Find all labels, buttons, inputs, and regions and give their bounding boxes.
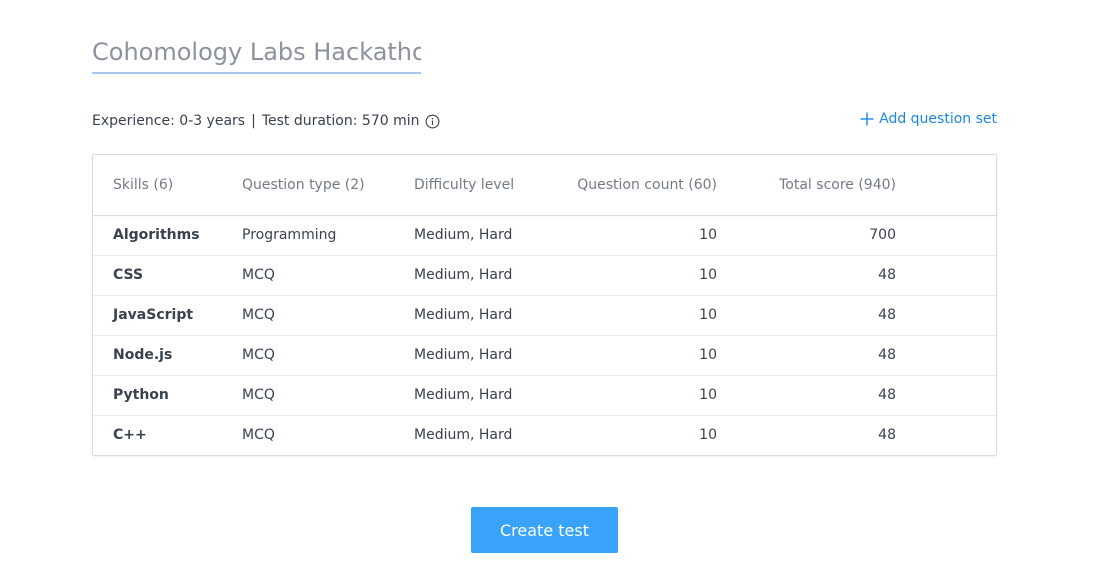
cell-question-type: MCQ <box>242 387 275 403</box>
cell-spacer <box>896 375 996 415</box>
question-sets-table: Skills (6) Question type (2) Difficulty … <box>93 155 996 455</box>
duration-text: Test duration: 570 min <box>261 113 420 129</box>
cell-difficulty: Medium, Hard <box>414 307 513 323</box>
header-total-score: Total score (940) <box>779 176 896 193</box>
experience-text: Experience: 0-3 years <box>92 113 246 129</box>
cell-question-count: 10 <box>699 347 717 363</box>
cell-question-type: Programming <box>242 227 337 243</box>
question-sets-table-container: Skills (6) Question type (2) Difficulty … <box>92 154 997 456</box>
info-circle-icon[interactable] <box>425 114 440 129</box>
table-row[interactable]: CSS MCQ Medium, Hard 10 48 <box>93 255 996 295</box>
cell-difficulty: Medium, Hard <box>414 387 513 403</box>
cell-difficulty: Medium, Hard <box>414 267 513 283</box>
header-question-type: Question type (2) <box>242 176 365 193</box>
cell-difficulty: Medium, Hard <box>414 227 513 243</box>
table-header-row: Skills (6) Question type (2) Difficulty … <box>93 155 996 215</box>
header-skills: Skills (6) <box>113 176 174 193</box>
cell-total-score: 48 <box>878 307 896 323</box>
cell-spacer <box>896 255 996 295</box>
cell-question-count: 10 <box>699 387 717 403</box>
cell-total-score: 48 <box>878 347 896 363</box>
create-test-page: Experience: 0-3 years | Test duration: 5… <box>0 0 1107 580</box>
cell-skill: CSS <box>113 267 144 283</box>
cell-spacer <box>896 335 996 375</box>
cell-question-count: 10 <box>699 427 717 444</box>
header-question-count: Question count (60) <box>577 176 717 193</box>
cell-total-score: 48 <box>878 267 896 283</box>
cell-skill: JavaScript <box>113 307 194 323</box>
plus-icon <box>859 111 875 127</box>
cell-question-type: MCQ <box>242 347 275 363</box>
cell-skill: Node.js <box>113 347 173 363</box>
create-test-button[interactable]: Create test <box>471 507 618 553</box>
cell-total-score: 48 <box>878 387 896 403</box>
table-row[interactable]: Algorithms Programming Medium, Hard 10 7… <box>93 215 996 255</box>
cell-spacer <box>896 295 996 335</box>
cell-difficulty: Medium, Hard <box>414 427 513 444</box>
cell-total-score: 700 <box>869 227 896 243</box>
test-title-field-wrapper <box>92 34 421 74</box>
cell-difficulty: Medium, Hard <box>414 347 513 363</box>
table-row[interactable]: Python MCQ Medium, Hard 10 48 <box>93 375 996 415</box>
cell-spacer <box>896 215 996 255</box>
cell-question-type: MCQ <box>242 427 275 444</box>
cell-question-type: MCQ <box>242 307 275 323</box>
table-row[interactable]: Node.js MCQ Medium, Hard 10 48 <box>93 335 996 375</box>
cell-question-count: 10 <box>699 307 717 323</box>
header-spacer <box>896 155 996 215</box>
add-question-set-label: Add question set <box>879 111 997 127</box>
cell-question-type: MCQ <box>242 267 275 283</box>
cell-skill: C++ <box>113 427 147 444</box>
cell-question-count: 10 <box>699 267 717 283</box>
cell-skill: Python <box>113 387 169 403</box>
header-difficulty: Difficulty level <box>414 176 515 193</box>
cell-spacer <box>896 415 996 455</box>
test-meta-line: Experience: 0-3 years | Test duration: 5… <box>92 113 440 129</box>
cell-question-count: 10 <box>699 227 717 243</box>
cell-total-score: 48 <box>878 427 896 444</box>
table-row[interactable]: C++ MCQ Medium, Hard 10 48 <box>93 415 996 455</box>
add-question-set-button[interactable]: Add question set <box>859 111 997 127</box>
meta-separator: | <box>251 113 256 129</box>
test-title-input[interactable] <box>92 34 421 70</box>
table-row[interactable]: JavaScript MCQ Medium, Hard 10 48 <box>93 295 996 335</box>
cell-skill: Algorithms <box>113 227 200 243</box>
